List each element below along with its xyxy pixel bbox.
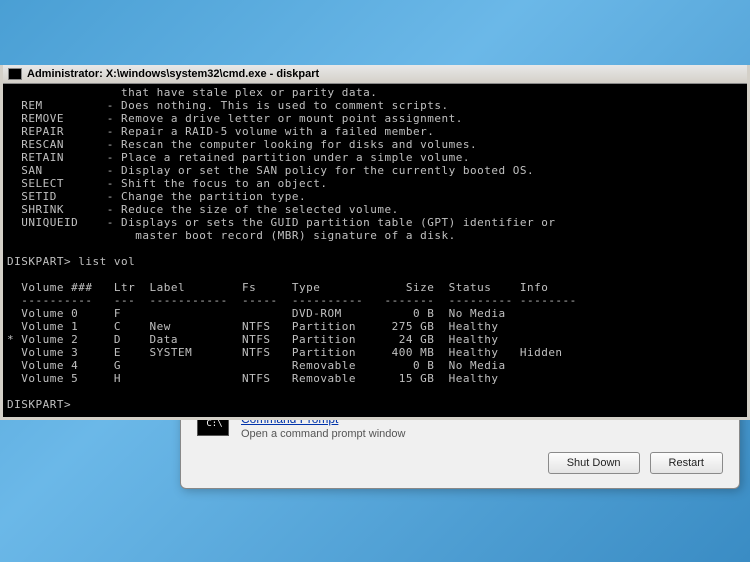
cmd-window-title: Administrator: X:\windows\system32\cmd.e…: [27, 68, 319, 80]
restart-button[interactable]: Restart: [650, 452, 723, 474]
cmd-output[interactable]: that have stale plex or parity data. REM…: [3, 84, 747, 417]
cmd-window: Administrator: X:\windows\system32\cmd.e…: [0, 65, 750, 420]
shutdown-button[interactable]: Shut Down: [548, 452, 640, 474]
cmd-window-icon: [8, 68, 22, 80]
command-prompt-desc: Open a command prompt window: [241, 428, 405, 440]
cmd-titlebar[interactable]: Administrator: X:\windows\system32\cmd.e…: [3, 65, 747, 84]
